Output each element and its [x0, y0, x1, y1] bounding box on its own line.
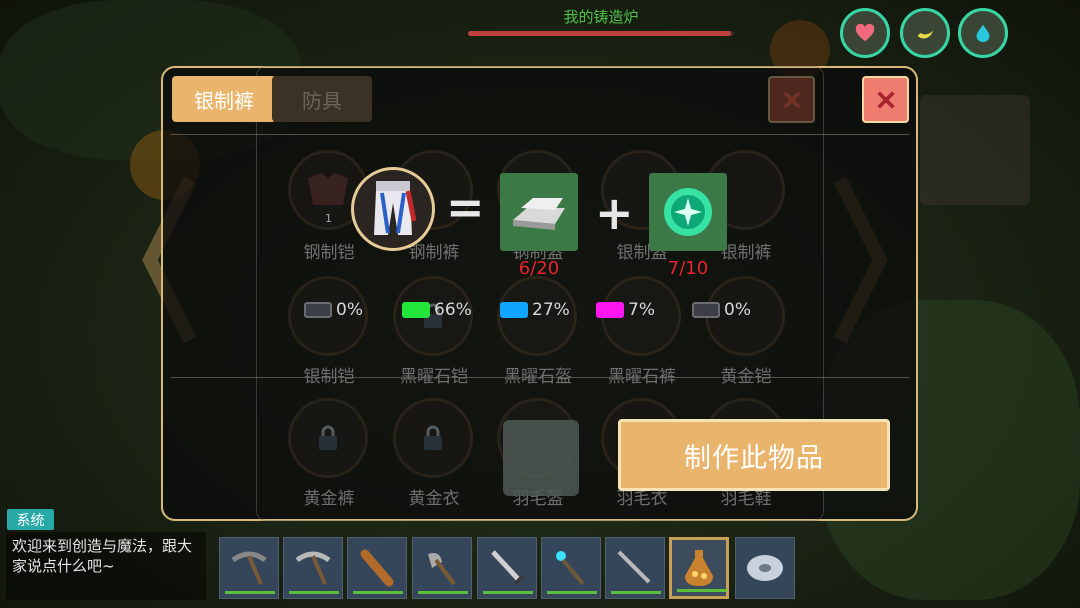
durability-bar	[353, 591, 403, 594]
durability-bar	[611, 591, 661, 594]
pickaxe-stone-icon	[231, 551, 267, 585]
craft-item-button[interactable]: 制作此物品	[618, 419, 890, 491]
recipe-result-slot	[351, 167, 435, 251]
pickaxe-iron-icon	[295, 551, 331, 585]
disc-icon	[747, 555, 783, 581]
water-status	[958, 8, 1008, 58]
club-icon	[360, 549, 394, 587]
item-name: 黑曜石铠	[400, 367, 468, 387]
quality-chance: 66%	[402, 300, 472, 320]
divider	[170, 134, 910, 135]
flask-icon	[685, 550, 713, 586]
quality-swatch	[692, 302, 720, 318]
quality-swatch	[402, 302, 430, 318]
chat-message[interactable]: 欢迎来到创造与魔法，跟大家说点什么吧~	[6, 532, 206, 600]
quality-percent: 7%	[628, 300, 655, 320]
item-name: 黄金裤	[303, 489, 355, 509]
material-slot	[500, 173, 578, 251]
quality-swatch	[500, 302, 528, 318]
silver-pants-icon	[374, 181, 417, 235]
quality-percent: 0%	[336, 300, 363, 320]
close-button-background	[768, 76, 815, 123]
hotbar-slot[interactable]	[347, 537, 407, 599]
system-channel-badge[interactable]: 系统	[7, 509, 54, 530]
material-slot	[649, 173, 727, 251]
long-sword-icon	[617, 550, 651, 584]
hotbar-slot-selected[interactable]	[669, 537, 729, 599]
durability-bar	[483, 591, 533, 594]
quality-percent: 66%	[434, 300, 472, 320]
magic-staff-icon	[556, 551, 585, 586]
item-name: 银制铠	[303, 367, 355, 387]
material-count: 6/20	[518, 258, 560, 279]
durability-bar	[677, 589, 727, 592]
green-gem-icon	[664, 188, 712, 236]
water-icon	[976, 24, 990, 43]
quality-swatch	[304, 302, 332, 318]
item-name: 黑曜石裤	[608, 367, 676, 387]
quality-percent: 0%	[724, 300, 751, 320]
silver-ingot-icon	[513, 198, 565, 230]
item-name: 钢制铠	[303, 243, 355, 263]
quality-chance: 27%	[500, 300, 570, 320]
sword-icon	[491, 550, 525, 586]
armor-icon	[308, 173, 348, 205]
background-block	[920, 95, 1030, 205]
hotbar-slot[interactable]	[219, 537, 279, 599]
furnace-progress-fill	[468, 31, 732, 36]
heart-icon	[855, 23, 875, 42]
furnace-progress-bar	[468, 31, 734, 36]
item-name: 黑曜石盔	[504, 367, 572, 387]
hotbar-slot[interactable]	[605, 537, 665, 599]
plus-sign: +	[595, 186, 634, 240]
hotbar-slot[interactable]	[477, 537, 537, 599]
close-icon	[876, 90, 895, 109]
lock-icon	[424, 425, 442, 450]
material-count: 7/10	[667, 258, 709, 279]
quality-chance: 7%	[596, 300, 655, 320]
equals-sign: =	[446, 180, 485, 234]
item-count: 1	[325, 212, 332, 225]
hotbar-slot[interactable]	[283, 537, 343, 599]
quality-percent: 27%	[532, 300, 570, 320]
close-icon	[782, 90, 801, 109]
durability-bar	[547, 591, 597, 594]
tab-silver-pants[interactable]: 银制裤	[172, 76, 276, 122]
lock-icon	[319, 425, 337, 450]
hunger-status	[900, 8, 950, 58]
item-slot[interactable]	[288, 398, 368, 478]
item-slot[interactable]	[393, 398, 473, 478]
hotbar-slot[interactable]	[541, 537, 601, 599]
locked-recipe-cell	[503, 420, 579, 496]
durability-bar	[418, 591, 468, 594]
durability-bar	[225, 591, 275, 594]
item-name: 黄金衣	[408, 489, 460, 509]
axe-icon	[428, 553, 456, 586]
close-button[interactable]	[862, 76, 909, 123]
tab-armor[interactable]: 防具	[272, 76, 372, 122]
health-status	[840, 8, 890, 58]
furnace-title: 我的铸造炉	[563, 8, 639, 26]
quality-chance: 0%	[692, 300, 751, 320]
hotbar-slot[interactable]	[735, 537, 795, 599]
hunger-icon	[917, 30, 934, 39]
quality-chance: 0%	[304, 300, 363, 320]
item-name: 黄金铠	[720, 367, 772, 387]
hotbar-slot[interactable]	[412, 537, 472, 599]
durability-bar	[289, 591, 339, 594]
quality-swatch	[596, 302, 624, 318]
